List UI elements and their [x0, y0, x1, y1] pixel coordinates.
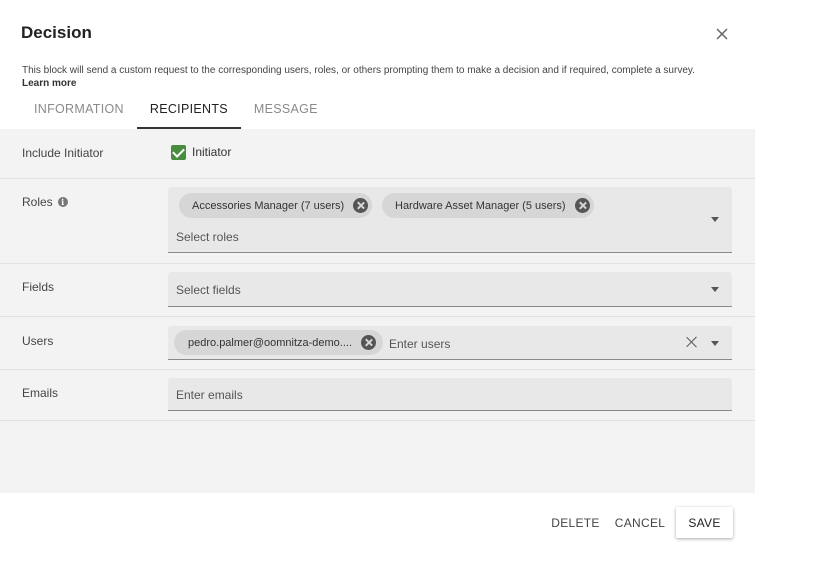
remove-chip-icon[interactable]: [574, 198, 590, 213]
cancel-button[interactable]: CANCEL: [612, 507, 668, 538]
include-initiator-label-text: Include Initiator: [22, 146, 104, 160]
tab-recipients[interactable]: RECIPIENTS: [136, 94, 241, 129]
chevron-down-icon[interactable]: [711, 217, 719, 222]
user-chip: pedro.palmer@oomnitza-demo....: [174, 330, 384, 355]
emails-label-text: Emails: [22, 386, 59, 400]
tab-message[interactable]: MESSAGE: [241, 94, 331, 129]
include-initiator-row: Include Initiator Initiator: [0, 129, 755, 179]
users-row: Users pedro.palmer@oomnitza-demo.... Ent…: [0, 317, 755, 370]
users-label-text: Users: [22, 334, 54, 348]
roles-label-text: Roles: [22, 195, 53, 209]
fields-placeholder[interactable]: Select fields: [176, 283, 241, 297]
chevron-down-icon[interactable]: [711, 287, 719, 292]
close-icon[interactable]: [713, 25, 731, 43]
users-label: Users: [22, 334, 53, 348]
users-select[interactable]: pedro.palmer@oomnitza-demo.... Enter use…: [168, 326, 732, 360]
role-chip: Hardware Asset Manager (5 users): [382, 193, 594, 218]
chevron-down-icon[interactable]: [711, 341, 719, 346]
fields-row: Fields Select fields: [0, 264, 755, 317]
tab-information[interactable]: INFORMATION: [21, 94, 137, 129]
tab-bar: INFORMATION RECIPIENTS MESSAGE: [21, 94, 331, 129]
emails-placeholder[interactable]: Enter emails: [176, 388, 243, 402]
roles-row: Roles i Accessories Manager (7 users) Ha…: [0, 179, 755, 264]
initiator-checkbox-label[interactable]: Initiator: [192, 145, 231, 159]
fields-label: Fields: [22, 280, 54, 294]
emails-label: Emails: [22, 386, 58, 400]
decision-dialog: Decision This block will send a custom r…: [0, 0, 755, 562]
info-icon[interactable]: i: [57, 197, 68, 207]
fields-label-text: Fields: [22, 280, 55, 294]
save-button[interactable]: SAVE: [676, 507, 733, 538]
role-chip-label: Hardware Asset Manager (5 users): [395, 199, 566, 212]
emails-input[interactable]: Enter emails: [168, 378, 732, 411]
fields-select[interactable]: Select fields: [168, 272, 732, 307]
user-chip-label: pedro.palmer@oomnitza-demo....: [188, 336, 353, 349]
include-initiator-label: Include Initiator: [22, 146, 103, 160]
dialog-title: Decision: [21, 23, 92, 42]
dialog-description: This block will send a custom request to…: [22, 64, 702, 90]
recipients-panel: Include Initiator Initiator Roles i Acce…: [0, 129, 755, 493]
clear-icon[interactable]: [686, 336, 698, 348]
roles-select[interactable]: Accessories Manager (7 users) Hardware A…: [168, 187, 732, 253]
initiator-checkbox[interactable]: [171, 145, 186, 160]
learn-more-link[interactable]: Learn more: [22, 78, 76, 89]
description-text: This block will send a custom request to…: [22, 65, 695, 76]
role-chip: Accessories Manager (7 users): [179, 193, 373, 218]
role-chip-label: Accessories Manager (7 users): [192, 199, 345, 212]
emails-row: Emails Enter emails: [0, 370, 755, 421]
delete-button[interactable]: DELETE: [548, 507, 603, 538]
users-placeholder[interactable]: Enter users: [389, 337, 450, 351]
roles-placeholder[interactable]: Select roles: [176, 230, 239, 244]
remove-chip-icon[interactable]: [353, 198, 369, 213]
remove-chip-icon[interactable]: [361, 335, 377, 350]
roles-label: Roles i: [22, 195, 68, 209]
